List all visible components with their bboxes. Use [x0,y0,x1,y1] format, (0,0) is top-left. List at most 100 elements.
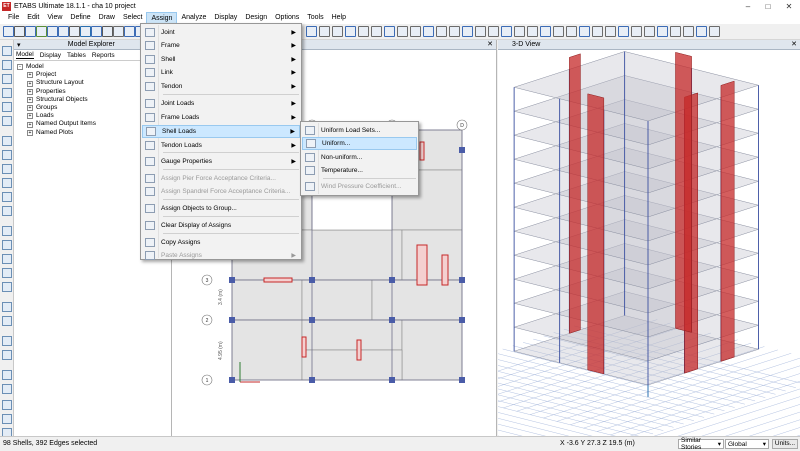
draw-tool-button[interactable] [2,136,12,146]
draw-tool-button[interactable] [2,102,12,112]
draw-tool-button[interactable] [2,192,12,202]
draw-tool-button[interactable] [2,370,12,380]
close-view-icon[interactable]: ✕ [791,40,797,48]
assign-menu-item-joint[interactable]: Joint ▶ [142,26,300,39]
draw-tool-button[interactable] [2,316,12,326]
toolbar-button[interactable] [462,26,473,37]
assign-menu-item-shell[interactable]: Shell ▶ [142,53,300,66]
menu-define[interactable]: Define [66,12,94,24]
toolbar-button[interactable] [670,26,681,37]
explorer-tab-model[interactable]: Model [16,51,34,59]
expand-icon[interactable]: + [27,96,33,103]
shell-loads-item-uniform[interactable]: Uniform... [302,137,417,150]
expand-icon[interactable]: + [27,88,33,95]
toolbar-button[interactable] [696,26,707,37]
draw-tool-button[interactable] [2,88,12,98]
draw-tool-button[interactable] [2,116,12,126]
toolbar-button[interactable] [488,26,499,37]
menu-view[interactable]: View [43,12,66,24]
draw-tool-button[interactable] [2,254,12,264]
assign-menu-item-gauge-properties[interactable]: Gauge Properties ▶ [142,155,300,168]
draw-tool-button[interactable] [2,206,12,216]
draw-tool-button[interactable] [2,74,12,84]
story-option-select[interactable]: Similar Stories ▾ [678,437,724,451]
toolbar-button[interactable] [436,26,447,37]
draw-tool-button[interactable] [2,350,12,360]
toolbar-button[interactable] [69,26,80,37]
toolbar-button[interactable] [501,26,512,37]
toolbar-button[interactable] [605,26,616,37]
assign-menu-item-copy-assigns[interactable]: Copy Assigns [142,236,300,249]
shell-loads-item-non-uniform[interactable]: Non-uniform... [302,151,417,164]
draw-tool-button[interactable] [2,302,12,312]
draw-tool-button[interactable] [2,282,12,292]
menu-edit[interactable]: Edit [23,12,43,24]
toolbar-button[interactable] [540,26,551,37]
toolbar-button[interactable] [345,26,356,37]
assign-menu-item-link[interactable]: Link ▶ [142,66,300,79]
assign-menu-item-tendon[interactable]: Tendon ▶ [142,80,300,93]
draw-tool-button[interactable] [2,164,12,174]
toolbar-button[interactable] [332,26,343,37]
toolbar-button[interactable] [371,26,382,37]
toolbar-button[interactable] [709,26,720,37]
assign-menu-item-clear-display-of-assigns[interactable]: Clear Display of Assigns [142,219,300,232]
toolbar-button[interactable] [631,26,642,37]
toolbar-button[interactable] [644,26,655,37]
draw-tool-button[interactable] [2,46,12,56]
toolbar-button[interactable] [410,26,421,37]
toolbar-button[interactable] [58,26,69,37]
draw-tool-button[interactable] [2,226,12,236]
draw-tool-button[interactable] [2,414,12,424]
draw-tool-button[interactable] [2,268,12,278]
expand-icon[interactable]: + [27,129,33,136]
expand-icon[interactable]: + [27,105,33,112]
expand-icon[interactable]: + [27,121,33,128]
menu-draw[interactable]: Draw [95,12,119,24]
toolbar-button[interactable] [36,26,47,37]
toolbar-button[interactable] [91,26,102,37]
draw-tool-button[interactable] [2,400,12,410]
minimize-icon[interactable]: – [738,0,758,12]
assign-menu-item-assign-objects-to-group[interactable]: Assign Objects to Group... [142,202,300,215]
toolbar-button[interactable] [397,26,408,37]
toolbar-button[interactable] [319,26,330,37]
toolbar-button[interactable] [306,26,317,37]
toolbar-button[interactable] [102,26,113,37]
draw-tool-button[interactable] [2,240,12,250]
toolbar-button[interactable] [14,26,25,37]
draw-tool-button[interactable] [2,384,12,394]
toolbar-button[interactable] [527,26,538,37]
expand-icon[interactable]: + [27,72,33,79]
toolbar-button[interactable] [683,26,694,37]
units-button[interactable]: Units... [772,439,798,449]
toolbar-button[interactable] [553,26,564,37]
menu-help[interactable]: Help [328,12,350,24]
toolbar-button[interactable] [47,26,58,37]
toolbar-button[interactable] [657,26,668,37]
toolbar-button[interactable] [384,26,395,37]
toolbar-button[interactable] [592,26,603,37]
draw-tool-button[interactable] [2,60,12,70]
toolbar-button[interactable] [475,26,486,37]
explorer-tab-reports[interactable]: Reports [92,52,115,59]
toolbar-button[interactable] [124,26,135,37]
toolbar-button[interactable] [113,26,124,37]
collapse-icon[interactable]: - [17,64,23,71]
toolbar-button[interactable] [566,26,577,37]
draw-tool-button[interactable] [2,150,12,160]
assign-menu-item-shell-loads[interactable]: Shell Loads ▶ [142,125,300,138]
toolbar-button[interactable] [25,26,36,37]
assign-menu-item-joint-loads[interactable]: Joint Loads ▶ [142,97,300,110]
toolbar-button[interactable] [579,26,590,37]
toolbar-button[interactable] [514,26,525,37]
maximize-icon[interactable]: □ [758,0,778,12]
3d-view-window[interactable]: 3-D View ✕ [329,40,800,451]
expand-icon[interactable]: + [27,80,33,87]
shell-loads-item-uniform-load-sets[interactable]: Uniform Load Sets... [302,124,417,137]
coord-system-select[interactable]: Global ▾ [725,439,769,449]
draw-tool-button[interactable] [2,336,12,346]
draw-tool-button[interactable] [2,178,12,188]
toolbar-button[interactable] [618,26,629,37]
explorer-tab-display[interactable]: Display [40,52,61,59]
